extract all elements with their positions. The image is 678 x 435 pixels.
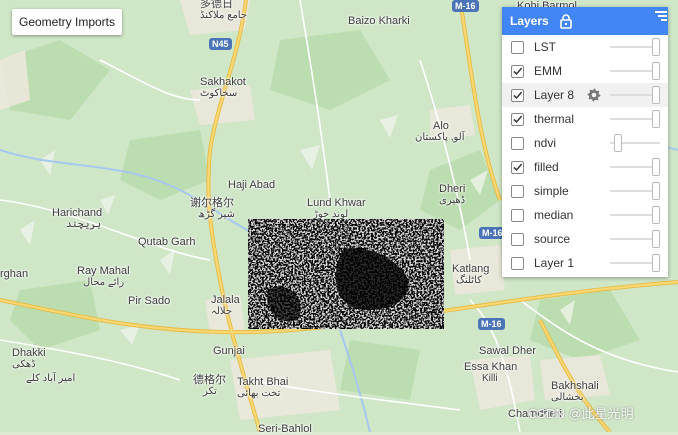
opacity-slider-thumb[interactable] [652, 86, 660, 104]
opacity-slider[interactable] [610, 158, 660, 176]
layer-label: EMM [534, 64, 562, 78]
opacity-slider-thumb[interactable] [652, 230, 660, 248]
layer-checkbox[interactable] [511, 40, 524, 54]
layer-label: filled [534, 160, 559, 174]
geometry-imports-button[interactable]: Geometry Imports [12, 9, 122, 35]
opacity-slider-thumb[interactable] [614, 134, 623, 152]
place-haji-abad: Haji Abad [228, 179, 276, 191]
raster-layer-overlay[interactable] [248, 219, 444, 329]
opacity-slider[interactable] [610, 86, 660, 104]
opacity-slider-thumb[interactable] [652, 254, 660, 272]
opacity-slider[interactable] [610, 254, 660, 272]
place-qutab-garh: Qutab Garh [138, 236, 196, 248]
layer-label: ndvi [534, 136, 557, 150]
gear-icon[interactable] [586, 87, 602, 103]
layer-row[interactable]: filled [502, 155, 668, 179]
place-top-local: 多德日 جامع ملاکنڈ [200, 0, 248, 21]
layer-row[interactable]: Layer 1 [502, 251, 668, 275]
place-baizo-kharki: Baizo Kharki [348, 15, 410, 27]
opacity-slider[interactable] [610, 230, 660, 248]
lock-icon[interactable] [559, 13, 573, 29]
layer-label: simple [534, 184, 569, 198]
road-shield-m16-bottom: M-16 [478, 318, 505, 330]
layer-checkbox[interactable] [511, 232, 524, 246]
layer-row[interactable]: thermal [502, 107, 668, 131]
watermark: CSDN @此星光明 [528, 406, 634, 421]
layer-checkbox[interactable] [511, 88, 524, 102]
layer-row[interactable]: simple [502, 179, 668, 203]
opacity-slider[interactable] [610, 62, 660, 80]
layer-label: thermal [534, 112, 575, 126]
opacity-slider[interactable] [610, 110, 660, 128]
place-pir-sado: Pir Sado [128, 295, 171, 307]
place-arghan: rghan [0, 268, 29, 280]
opacity-slider[interactable] [610, 182, 660, 200]
place-jalala: Jalala جلالہ [211, 294, 240, 317]
place-shergarh: 谢尔格尔 شیر گڑھ [190, 197, 235, 220]
layer-label: LST [534, 40, 557, 54]
layers-header: Layers [502, 7, 668, 35]
opacity-slider-thumb[interactable] [652, 62, 660, 80]
place-sakhakot: Sakhakot سخاکوٹ [200, 76, 246, 99]
layer-checkbox[interactable] [511, 256, 524, 270]
layer-checkbox[interactable] [511, 136, 524, 150]
place-takkar: 德格尔 تکر [193, 374, 226, 397]
place-takht-bhai: Takht Bhai تخت بھائی [237, 376, 289, 399]
layer-row[interactable]: LST [502, 35, 668, 59]
place-ray-mahal: Ray Mahal رائے محال [77, 265, 130, 288]
layer-label: Layer 1 [534, 256, 575, 270]
place-alo: Alo آلو, پاکستان [415, 120, 465, 143]
place-bakhshali: Bakhshali بخشالی [551, 380, 599, 403]
opacity-slider-thumb[interactable] [652, 38, 660, 56]
place-essa-khan: Essa Khan Killi [464, 361, 518, 384]
layer-label: source [534, 232, 571, 246]
layer-label: Layer 8 [534, 88, 575, 102]
layer-label: median [534, 208, 574, 222]
layer-row[interactable]: Layer 8 [502, 83, 668, 107]
opacity-slider-thumb[interactable] [652, 206, 660, 224]
place-sawal-dher: Sawal Dher [479, 345, 536, 357]
place-gunjai: Gunjai [213, 345, 245, 357]
layer-row[interactable]: source [502, 227, 668, 251]
road-shield-n45: N45 [209, 38, 232, 50]
layer-row[interactable]: EMM [502, 59, 668, 83]
layer-checkbox[interactable] [511, 64, 524, 78]
place-amirabad: امیر آباد کلے [26, 373, 76, 384]
opacity-slider-thumb[interactable] [652, 158, 660, 176]
layers-panel: Layers LST EMM Layer 8 thermal ndvi filled sim… [502, 7, 668, 277]
opacity-slider[interactable] [610, 134, 660, 152]
place-dheri: Dheri ڈھیری [439, 183, 466, 206]
place-katlang: Katlang کاٹلنگ [452, 263, 490, 286]
layer-list: LST EMM Layer 8 thermal ndvi filled simple medi… [502, 35, 668, 275]
place-lund-khwar: Lund Khwar لوند خوڑ [307, 197, 366, 220]
road-shield-m16-top: M-16 [452, 0, 479, 12]
layer-row[interactable]: median [502, 203, 668, 227]
layer-checkbox[interactable] [511, 112, 524, 126]
place-seri-bahlol: Seri-Bahlol [258, 423, 312, 435]
layers-title: Layers [510, 14, 549, 28]
layer-row[interactable]: ndvi [502, 131, 668, 155]
layer-checkbox[interactable] [511, 160, 524, 174]
place-harichand: Harichand ہریچند [52, 207, 103, 230]
opacity-slider[interactable] [610, 206, 660, 224]
collapse-icon[interactable] [654, 9, 668, 23]
layer-checkbox[interactable] [511, 208, 524, 222]
opacity-slider-thumb[interactable] [652, 110, 660, 128]
opacity-slider[interactable] [610, 38, 660, 56]
layer-checkbox[interactable] [511, 184, 524, 198]
opacity-slider-thumb[interactable] [652, 182, 660, 200]
place-dhakki: Dhakki ڈھکی [12, 347, 46, 370]
